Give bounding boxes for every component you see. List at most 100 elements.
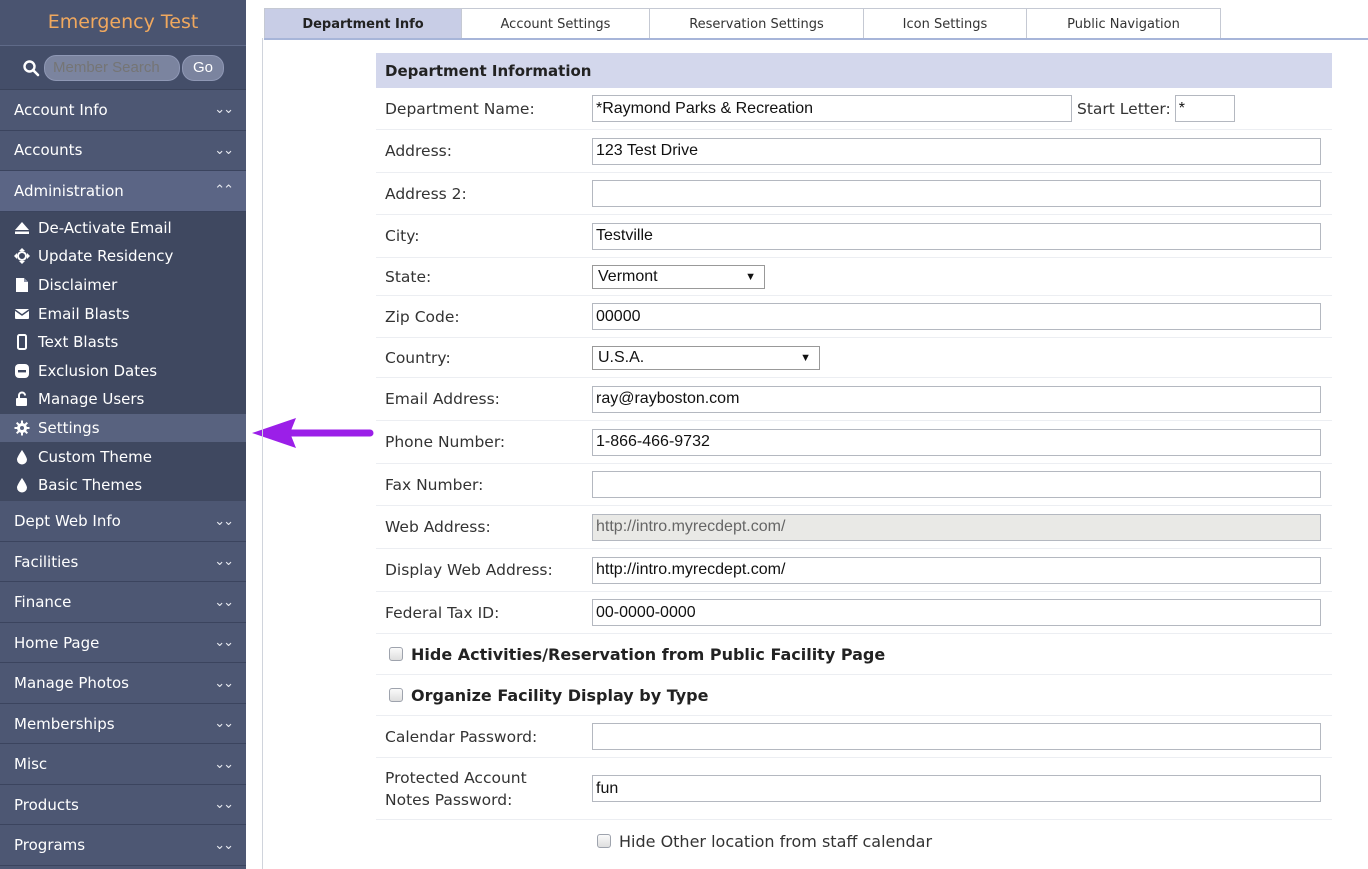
nav-products[interactable]: Products ⌄⌄ [0,784,246,826]
email-row: Email Address: [376,378,1332,421]
nav-home-page[interactable]: Home Page ⌄⌄ [0,622,246,664]
hide-activities-label: Hide Activities/Reservation from Public … [411,644,886,664]
zip-label: Zip Code: [385,307,460,326]
zip-input[interactable] [592,303,1321,330]
nav-facilities[interactable]: Facilities ⌄⌄ [0,541,246,583]
submenu-deactivate-email[interactable]: De-Activate Email [0,214,246,243]
nav-section-label: Manage Photos [14,674,129,693]
panel-header: Department Information [376,53,1332,88]
zip-row: Zip Code: [376,296,1332,338]
tab-reservation-settings[interactable]: Reservation Settings [649,8,864,39]
double-chevron-down-icon: ⌄⌄ [214,554,234,570]
submenu-label: Email Blasts [38,304,130,323]
protected-password-label-line2: Notes Password: [385,790,513,809]
double-chevron-down-icon: ⌄⌄ [214,837,234,853]
hide-activities-checkbox[interactable] [389,647,403,661]
envelope-icon [14,306,30,322]
department-name-input[interactable] [592,95,1072,122]
nav-section-label: Dept Web Info [14,512,121,531]
organize-facility-checkbox[interactable] [389,688,403,702]
double-chevron-down-icon: ⌄⌄ [214,635,234,651]
hide-other-location-checkbox[interactable] [597,834,611,848]
federal-tax-id-row: Federal Tax ID: [376,592,1332,634]
nav-section-label: Memberships [14,714,115,733]
annotation-arrow-icon [252,418,374,448]
submenu-label: Exclusion Dates [38,361,158,380]
tab-department-info[interactable]: Department Info [264,8,462,39]
email-label: Email Address: [385,390,500,408]
nav-administration[interactable]: Administration ⌃⌃ [0,171,246,212]
address-label: Address: [385,142,452,160]
web-address-label: Web Address: [385,518,491,536]
calendar-password-label: Calendar Password: [385,727,538,746]
nav-accounts[interactable]: Accounts ⌄⌄ [0,130,246,171]
display-web-address-label: Display Web Address: [385,561,553,579]
submenu-update-residency[interactable]: Update Residency [0,242,246,271]
protected-password-input[interactable] [592,775,1321,802]
nav-section-label: Accounts [14,141,83,160]
double-chevron-down-icon: ⌄⌄ [214,675,234,691]
submenu-manage-users[interactable]: Manage Users [0,385,246,414]
nav-dept-web-info[interactable]: Dept Web Info ⌄⌄ [0,501,246,542]
fax-input[interactable] [592,471,1321,498]
email-input[interactable] [592,385,1321,413]
submenu-label: Text Blasts [38,333,119,352]
organize-facility-label: Organize Facility Display by Type [411,685,709,705]
phone-input[interactable] [592,428,1321,456]
submenu-label: Disclaimer [38,275,118,294]
start-letter-input[interactable] [1174,95,1235,122]
country-row: Country: U.S.A. ▼ [376,338,1332,378]
submenu-email-blasts[interactable]: Email Blasts [0,299,246,328]
double-chevron-down-icon: ⌄⌄ [214,797,234,813]
nav-section-label: Misc [14,755,48,774]
member-search-bar: Go [0,46,246,90]
address-input[interactable] [592,137,1321,165]
hide-activities-row: Hide Activities/Reservation from Public … [376,634,1332,675]
submenu-custom-theme[interactable]: Custom Theme [0,442,246,471]
dropdown-arrow-icon: ▼ [745,270,756,283]
state-select[interactable]: Vermont ▼ [592,264,765,289]
address2-row: Address 2: [376,173,1332,215]
double-chevron-up-icon: ⌃⌃ [214,183,234,199]
protected-password-label-line1: Protected Account [385,768,527,787]
member-search-input[interactable] [44,54,180,81]
phone-row: Phone Number: [376,421,1332,464]
submenu-text-blasts[interactable]: Text Blasts [0,328,246,357]
nav-manage-photos[interactable]: Manage Photos ⌄⌄ [0,663,246,704]
city-input[interactable] [592,222,1321,250]
nav-section-label: Facilities [14,552,79,571]
state-select-value: Vermont [598,267,658,285]
state-row: State: Vermont ▼ [376,258,1332,296]
federal-tax-id-label: Federal Tax ID: [385,603,500,622]
nav-programs[interactable]: Programs ⌄⌄ [0,825,246,866]
tab-icon-settings[interactable]: Icon Settings [863,8,1027,39]
federal-tax-id-input[interactable] [592,599,1321,626]
web-address-input [592,513,1321,541]
display-web-address-input[interactable] [592,556,1321,584]
nav-misc[interactable]: Misc ⌄⌄ [0,744,246,785]
submenu-disclaimer[interactable]: Disclaimer [0,271,246,300]
nav-finance[interactable]: Finance ⌄⌄ [0,582,246,623]
hide-other-location-label: Hide Other location from staff calendar [619,831,933,851]
submenu-basic-themes[interactable]: Basic Themes [0,471,246,500]
country-select[interactable]: U.S.A. ▼ [592,345,820,370]
fax-row: Fax Number: [376,464,1332,506]
address2-input[interactable] [592,180,1321,207]
submenu-settings[interactable]: Settings [0,413,246,443]
nav-account-info[interactable]: Account Info ⌄⌄ [0,90,246,131]
protected-password-label: Protected Account Notes Password: [376,767,592,811]
nav-section-label: Account Info [14,100,108,119]
tab-public-navigation[interactable]: Public Navigation [1026,8,1221,39]
tab-account-settings[interactable]: Account Settings [461,8,650,39]
tab-underline [264,38,1368,40]
double-chevron-down-icon: ⌄⌄ [214,594,234,610]
submenu-exclusion-dates[interactable]: Exclusion Dates [0,356,246,385]
droplet-icon [14,477,30,493]
department-name-row: Department Name: Start Letter: [376,88,1332,130]
calendar-password-row: Calendar Password: [376,716,1332,758]
nav-memberships[interactable]: Memberships ⌄⌄ [0,703,246,745]
calendar-password-input[interactable] [592,723,1321,750]
nav-section-label: Products [14,795,79,814]
go-button[interactable]: Go [182,54,224,81]
unlock-icon [14,391,30,407]
